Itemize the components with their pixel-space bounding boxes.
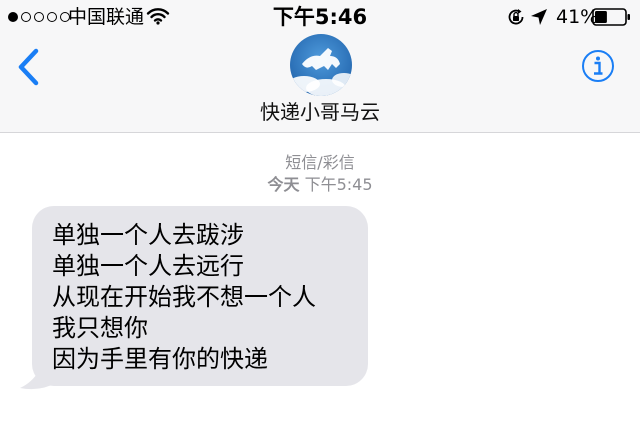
chevron-left-icon: [18, 48, 39, 86]
messages-screen: 中国联通 下午5:46 41% 快递小哥马云 短信/彩信 今天 下午5:45 单…: [0, 0, 640, 446]
contact-name[interactable]: 快递小哥马云: [0, 99, 640, 125]
battery-icon: [592, 8, 632, 30]
timestamp-day: 今天: [267, 175, 300, 194]
header: 中国联通 下午5:46 41% 快递小哥马云: [0, 0, 640, 133]
rotation-lock-icon: [506, 7, 526, 31]
message-type-label: 短信/彩信: [285, 153, 355, 172]
contact-avatar[interactable]: [290, 34, 352, 96]
incoming-message[interactable]: 单独一个人去跋涉 单独一个人去远行 从现在开始我不想一个人 我只想你 因为手里有…: [18, 206, 368, 392]
message-line: 因为手里有你的快递: [52, 345, 268, 373]
message-timestamp: 今天 下午5:45: [0, 175, 640, 195]
location-arrow-icon: [530, 8, 548, 30]
message-line: 单独一个人去跋涉: [52, 221, 244, 249]
message-line: 我只想你: [52, 314, 148, 342]
message-text: 单独一个人去跋涉 单独一个人去远行 从现在开始我不想一个人 我只想你 因为手里有…: [52, 220, 316, 375]
message-line: 从现在开始我不想一个人: [52, 283, 316, 311]
info-button[interactable]: [581, 49, 615, 87]
timestamp-time: 下午5:45: [304, 175, 373, 194]
back-button[interactable]: [16, 48, 42, 90]
status-bar: 中国联通 下午5:46 41%: [0, 0, 640, 34]
message-line: 单独一个人去远行: [52, 252, 244, 280]
info-icon: [582, 50, 614, 82]
